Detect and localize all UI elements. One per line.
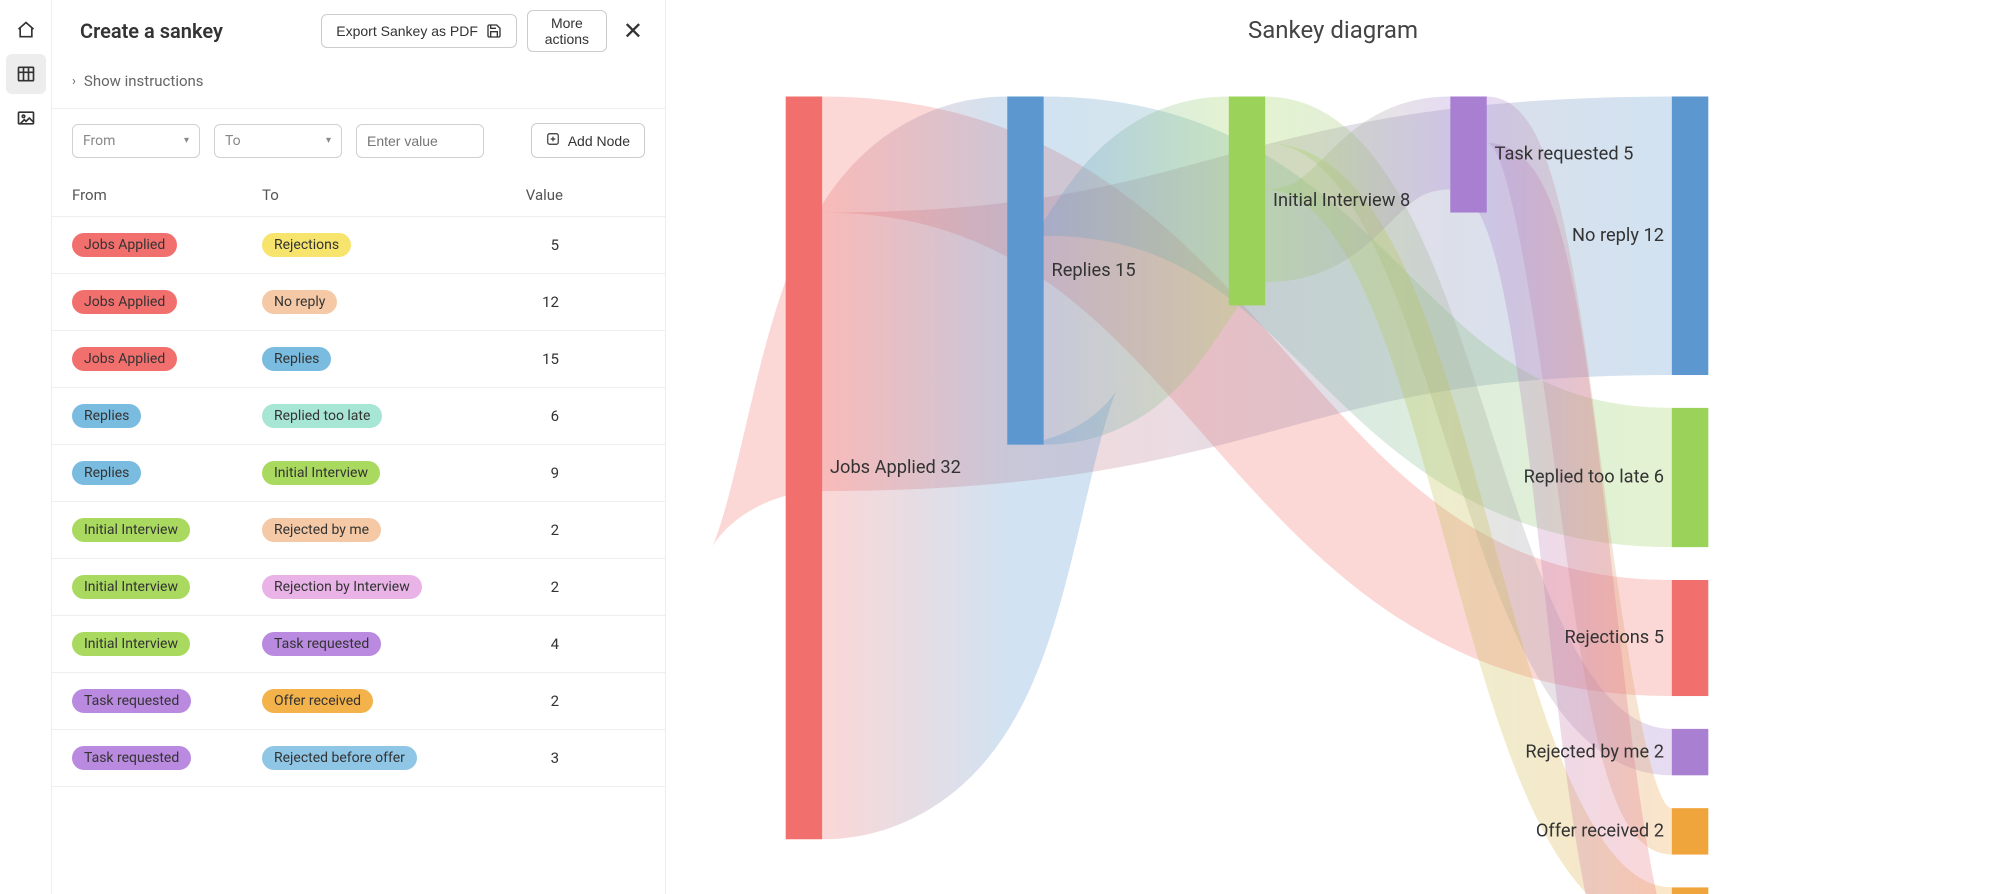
table-row[interactable]: Jobs Applied Rejections 5 (52, 217, 665, 274)
sankey-node-label: Offer received 2 (1536, 821, 1664, 842)
sankey-node-label: Initial Interview 8 (1273, 190, 1410, 211)
image-icon (16, 108, 36, 128)
from-pill: Initial Interview (72, 518, 190, 542)
diagram-panel: Sankey diagram Jobs Applied 32 Rejections… (666, 0, 2000, 894)
more-actions-button[interactable]: More actions (527, 10, 607, 52)
save-icon (486, 23, 502, 39)
export-pdf-label: Export Sankey as PDF (336, 23, 478, 39)
from-pill: Jobs Applied (72, 347, 177, 371)
table-body: Jobs Applied Rejections 5 Jobs Applied No re… (52, 217, 665, 894)
to-select[interactable]: To ▾ (214, 124, 342, 158)
table-header: From To Value (52, 176, 665, 217)
to-pill: Rejections (262, 233, 351, 257)
table-row[interactable]: Task requested Rejected before offer 3 (52, 730, 665, 787)
to-pill: Replied too late (262, 404, 382, 428)
table-row[interactable]: Initial Interview Rejection by Interview 2 (52, 559, 665, 616)
chevron-down-icon: ▾ (326, 135, 331, 146)
value-cell: 12 (502, 293, 645, 311)
export-pdf-button[interactable]: Export Sankey as PDF (321, 14, 517, 48)
from-placeholder: From (83, 133, 115, 149)
sankey-node-label: Rejected by me 2 (1525, 741, 1664, 762)
chevron-down-icon: ▾ (184, 135, 189, 146)
page-title: Create a sankey (80, 19, 311, 43)
show-instructions-toggle[interactable]: › Show instructions (52, 66, 665, 109)
sankey-node[interactable] (1007, 96, 1043, 444)
nav-rail (0, 0, 52, 894)
chevron-right-icon: › (72, 74, 76, 89)
to-pill: Task requested (262, 632, 381, 656)
sankey-node[interactable] (1672, 580, 1708, 696)
more-actions-label: More actions (542, 15, 592, 47)
value-cell: 6 (502, 407, 645, 425)
home-icon (16, 20, 36, 40)
from-pill: Task requested (72, 689, 191, 713)
table-row[interactable]: Initial Interview Rejected by me 2 (52, 502, 665, 559)
plus-icon (546, 132, 560, 149)
from-pill: Replies (72, 404, 141, 428)
value-cell: 2 (502, 521, 645, 539)
sankey-node[interactable] (786, 96, 822, 839)
sankey-node[interactable] (1672, 96, 1708, 375)
to-pill: Rejection by Interview (262, 575, 422, 599)
to-pill: Replies (262, 347, 331, 371)
sankey-chart: Jobs Applied 32 Rejections 5 No reply 12 Re… (686, 60, 1980, 894)
value-cell: 5 (502, 236, 645, 254)
table-row[interactable]: Initial Interview Task requested 4 (52, 616, 665, 673)
sankey-node[interactable] (1672, 408, 1708, 547)
table-row[interactable]: Replies Initial Interview 9 (52, 445, 665, 502)
sankey-node[interactable] (1229, 96, 1265, 305)
from-pill: Initial Interview (72, 575, 190, 599)
to-pill: Initial Interview (262, 461, 380, 485)
add-node-button[interactable]: Add Node (531, 123, 645, 158)
value-input[interactable] (356, 124, 484, 158)
sankey-node[interactable] (1672, 808, 1708, 854)
value-cell: 15 (502, 350, 645, 368)
sankey-node-label: Jobs Applied 32 (830, 457, 961, 478)
inputs-row: From ▾ To ▾ Add Node (52, 109, 665, 176)
table-row[interactable]: Jobs Applied Replies 15 (52, 331, 665, 388)
table-icon (16, 64, 36, 84)
col-to: To (262, 186, 502, 204)
sankey-node[interactable] (1672, 729, 1708, 775)
sankey-node-label: Rejections 5 (1564, 627, 1664, 648)
sankey-node[interactable] (1672, 887, 1708, 894)
rail-table[interactable] (6, 54, 46, 94)
value-cell: 2 (502, 692, 645, 710)
to-pill: Offer received (262, 689, 373, 713)
editor-panel: Create a sankey Export Sankey as PDF Mor… (52, 0, 666, 894)
sankey-node-label: Task requested 5 (1495, 144, 1634, 165)
table-row[interactable]: Jobs Applied No reply 12 (52, 274, 665, 331)
from-pill: Initial Interview (72, 632, 190, 656)
from-pill: Replies (72, 461, 141, 485)
to-pill: No reply (262, 290, 337, 314)
add-node-label: Add Node (568, 133, 630, 149)
sankey-node-label: Replied too late 6 (1524, 467, 1664, 488)
from-select[interactable]: From ▾ (72, 124, 200, 158)
rail-home[interactable] (6, 10, 46, 50)
to-pill: Rejected by me (262, 518, 381, 542)
close-icon: ✕ (623, 17, 643, 45)
diagram-title: Sankey diagram (686, 10, 1980, 60)
to-pill: Rejected before offer (262, 746, 417, 770)
rail-image[interactable] (6, 98, 46, 138)
col-value: Value (502, 186, 645, 204)
sankey-node-label: No reply 12 (1572, 225, 1664, 246)
col-from: From (72, 186, 262, 204)
instructions-label: Show instructions (84, 72, 204, 90)
table-row[interactable]: Task requested Offer received 2 (52, 673, 665, 730)
from-pill: Jobs Applied (72, 290, 177, 314)
panel-header: Create a sankey Export Sankey as PDF Mor… (52, 0, 665, 66)
from-pill: Task requested (72, 746, 191, 770)
value-cell: 2 (502, 578, 645, 596)
value-cell: 9 (502, 464, 645, 482)
table-row[interactable]: Replies Replied too late 6 (52, 388, 665, 445)
value-cell: 3 (502, 749, 645, 767)
close-button[interactable]: ✕ (617, 17, 649, 45)
sankey-node[interactable] (1450, 96, 1486, 212)
from-pill: Jobs Applied (72, 233, 177, 257)
sankey-node-label: Replies 15 (1052, 260, 1136, 281)
value-cell: 4 (502, 635, 645, 653)
to-placeholder: To (225, 133, 241, 149)
